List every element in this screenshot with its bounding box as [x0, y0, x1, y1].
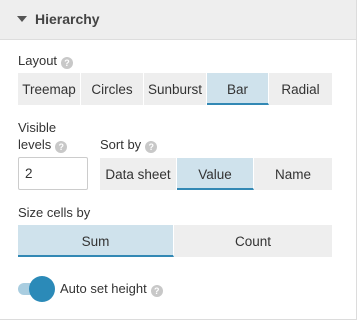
help-icon[interactable]: ? [55, 141, 68, 153]
visible-levels-label-line2: levels [18, 137, 52, 152]
visible-levels-label: Visible levels? [18, 119, 68, 153]
help-icon[interactable]: ? [61, 57, 74, 69]
layout-option-radial[interactable]: Radial [269, 73, 332, 105]
caret-down-icon[interactable] [17, 16, 27, 22]
help-icon[interactable]: ? [145, 141, 158, 153]
layout-label-text: Layout [18, 53, 58, 68]
sort-by-label: Sort by? [100, 136, 158, 153]
sort-by-segmented-control: Data sheet Value Name [100, 158, 332, 190]
layout-option-sunburst[interactable]: Sunburst [144, 73, 207, 105]
sort-by-label-text: Sort by [100, 137, 142, 152]
layout-option-circles[interactable]: Circles [81, 73, 144, 105]
size-cells-by-label: Size cells by [18, 205, 91, 220]
auto-set-height-label: Auto set height? [60, 280, 163, 297]
section-header[interactable]: Hierarchy [0, 0, 356, 40]
section-title: Hierarchy [35, 11, 100, 27]
visible-levels-label-line1: Visible [18, 120, 57, 135]
layout-option-treemap[interactable]: Treemap [18, 73, 81, 105]
layout-segmented-control: Treemap Circles Sunburst Bar Radial [18, 73, 332, 105]
size-cells-by-segmented-control: Sum Count [18, 225, 332, 257]
visible-levels-input[interactable]: 2 [18, 157, 88, 190]
sort-option-value[interactable]: Value [177, 158, 254, 190]
toggle-knob [29, 276, 55, 302]
auto-set-height-label-text: Auto set height [60, 281, 147, 296]
sort-option-name[interactable]: Name [254, 158, 332, 190]
size-option-count[interactable]: Count [174, 225, 332, 257]
layout-label: Layout? [18, 52, 74, 69]
sort-option-data-sheet[interactable]: Data sheet [100, 158, 177, 190]
auto-set-height-toggle[interactable] [18, 276, 58, 302]
hierarchy-panel: Hierarchy Layout? Treemap Circles Sunbur… [0, 0, 357, 320]
size-option-sum[interactable]: Sum [18, 225, 174, 257]
help-icon[interactable]: ? [150, 285, 163, 297]
layout-option-bar[interactable]: Bar [207, 73, 269, 105]
